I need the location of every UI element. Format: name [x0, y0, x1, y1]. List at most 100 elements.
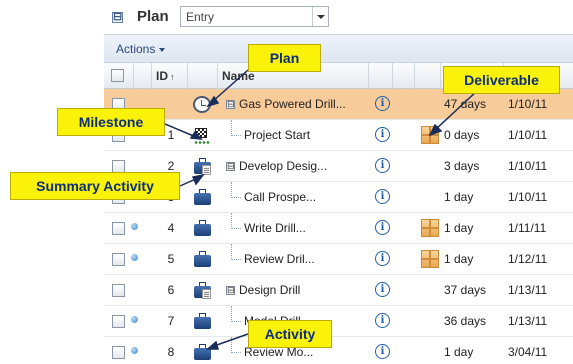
row-name[interactable]: ⊟ Design Drill — [226, 275, 366, 305]
row-checkbox[interactable] — [112, 315, 125, 328]
info-icon[interactable]: i — [375, 158, 390, 173]
row-duration: 3 days — [444, 159, 480, 173]
view-selector[interactable]: Entry — [180, 6, 329, 27]
row-start-date: 1/10/11 — [508, 159, 548, 173]
table-row[interactable]: 7Model Drilli36 days1/13/11 — [104, 306, 573, 337]
row-checkbox[interactable] — [112, 222, 125, 235]
row-start-date: 1/10/11 — [508, 190, 548, 204]
row-id: 5 — [167, 252, 175, 266]
row-id: 7 — [167, 314, 175, 328]
sort-ascending-icon: ↑ — [170, 72, 175, 82]
indicator-column-header — [134, 63, 152, 89]
milestone-callout: Milestone — [57, 108, 165, 136]
tree-line — [231, 197, 241, 198]
tree-line — [231, 120, 232, 136]
row-name[interactable]: Call Prospe... — [244, 182, 384, 212]
id-column-header[interactable]: ID ↑ — [152, 63, 188, 89]
deliverable-icon[interactable] — [421, 219, 439, 237]
info-icon[interactable]: i — [375, 127, 390, 142]
row-checkbox[interactable] — [112, 253, 125, 266]
row-name[interactable]: ⊟ Gas Powered Drill... — [226, 89, 366, 119]
collapse-plan-icon[interactable]: ⊟ — [112, 12, 123, 23]
row-name-label: Design Drill — [239, 283, 301, 297]
row-id: 4 — [167, 221, 175, 235]
deliverable-icon[interactable] — [421, 126, 439, 144]
tree-line — [231, 135, 241, 136]
row-name-label: Gas Powered Drill... — [239, 97, 346, 111]
caret-down-icon — [159, 47, 166, 52]
plan-label: Plan — [137, 8, 169, 25]
row-id: 6 — [167, 283, 175, 297]
status-dot-icon — [131, 316, 138, 323]
table-row[interactable]: 6 ⊟ Design Drill i 37 days 1/13/11 — [104, 275, 573, 306]
status-dot-icon — [131, 347, 138, 354]
row-duration: 0 days — [444, 128, 480, 142]
summary-activity-icon — [192, 281, 212, 299]
activity-icon — [192, 312, 212, 330]
row-name-label: Write Drill... — [244, 221, 306, 235]
collapse-node-icon[interactable]: ⊟ — [226, 162, 235, 172]
table-row[interactable]: 1 Project Start i 0 days 1/10/11 — [104, 120, 573, 151]
row-name-label: Review Dril... — [244, 252, 315, 266]
info-icon[interactable]: i — [375, 251, 390, 266]
row-name-label: Develop Desig... — [239, 159, 328, 173]
tree-line — [231, 306, 232, 322]
row-start-date: 1/10/11 — [508, 128, 548, 142]
activity-icon — [192, 343, 212, 361]
info-icon[interactable]: i — [375, 344, 390, 359]
info-icon[interactable]: i — [375, 313, 390, 328]
info-icon[interactable]: i — [375, 282, 390, 297]
tree-line — [231, 182, 232, 198]
actions-menu[interactable]: Actions — [116, 42, 166, 56]
activity-icon — [192, 219, 212, 237]
summary-activity-icon — [192, 157, 212, 175]
tree-line — [231, 213, 232, 229]
deliverable-icon[interactable] — [421, 250, 439, 268]
tree-line — [231, 352, 241, 353]
table-row[interactable]: 5 Review Dril... i 1 day 1/12/11 — [104, 244, 573, 275]
plan-icon — [192, 95, 212, 113]
status-dot-icon — [131, 254, 138, 261]
deliverable-column-header — [415, 63, 441, 89]
collapse-node-icon[interactable]: ⊟ — [226, 100, 235, 110]
activity-icon — [192, 188, 212, 206]
info-icon[interactable]: i — [375, 220, 390, 235]
row-name[interactable]: Write Drill... — [244, 213, 384, 243]
id-column-label: ID — [156, 69, 168, 83]
blank-column-header — [393, 63, 415, 89]
select-all-header — [104, 63, 134, 89]
deliverable-callout: Deliverable — [443, 66, 560, 94]
row-checkbox[interactable] — [112, 284, 125, 297]
summary-activity-callout: Summary Activity — [10, 172, 180, 200]
type-column-header — [188, 63, 218, 89]
plan-callout: Plan — [248, 44, 321, 72]
row-duration: 1 day — [444, 190, 474, 204]
info-icon[interactable]: i — [375, 96, 390, 111]
table-row[interactable]: 8 Review Mo... i 1 day 3/04/11 — [104, 337, 573, 364]
row-duration: 1 day — [444, 345, 474, 359]
tree-line — [231, 321, 241, 322]
chevron-down-icon[interactable] — [312, 7, 328, 26]
row-duration: 1 day — [444, 252, 474, 266]
select-all-checkbox[interactable] — [111, 69, 124, 82]
row-duration: 1 day — [444, 221, 474, 235]
activity-grid: ID ↑ Name ⊟ Gas Powered Drill... i 47 days 1/… — [104, 63, 573, 364]
actions-menu-label: Actions — [116, 42, 156, 56]
row-name[interactable]: ⊟ Develop Desig... — [226, 151, 366, 181]
info-icon[interactable]: i — [375, 189, 390, 204]
row-duration: 36 days — [444, 314, 487, 328]
activity-icon — [192, 250, 212, 268]
collapse-node-icon[interactable]: ⊟ — [226, 286, 235, 296]
milestone-flag-icon — [192, 126, 212, 144]
row-name-label: Project Start — [244, 128, 311, 142]
table-row[interactable]: 4 Write Drill... i 1 day 1/11/11 — [104, 213, 573, 244]
row-name[interactable]: Review Dril... — [244, 244, 384, 274]
row-duration: 37 days — [444, 283, 487, 297]
row-checkbox[interactable] — [112, 346, 125, 359]
info-column-header — [369, 63, 393, 89]
row-start-date: 1/11/11 — [508, 221, 547, 235]
tree-line — [231, 259, 241, 260]
status-dot-icon — [131, 223, 138, 230]
row-name[interactable]: Project Start — [244, 120, 384, 150]
actions-toolbar: Actions — [104, 34, 573, 63]
